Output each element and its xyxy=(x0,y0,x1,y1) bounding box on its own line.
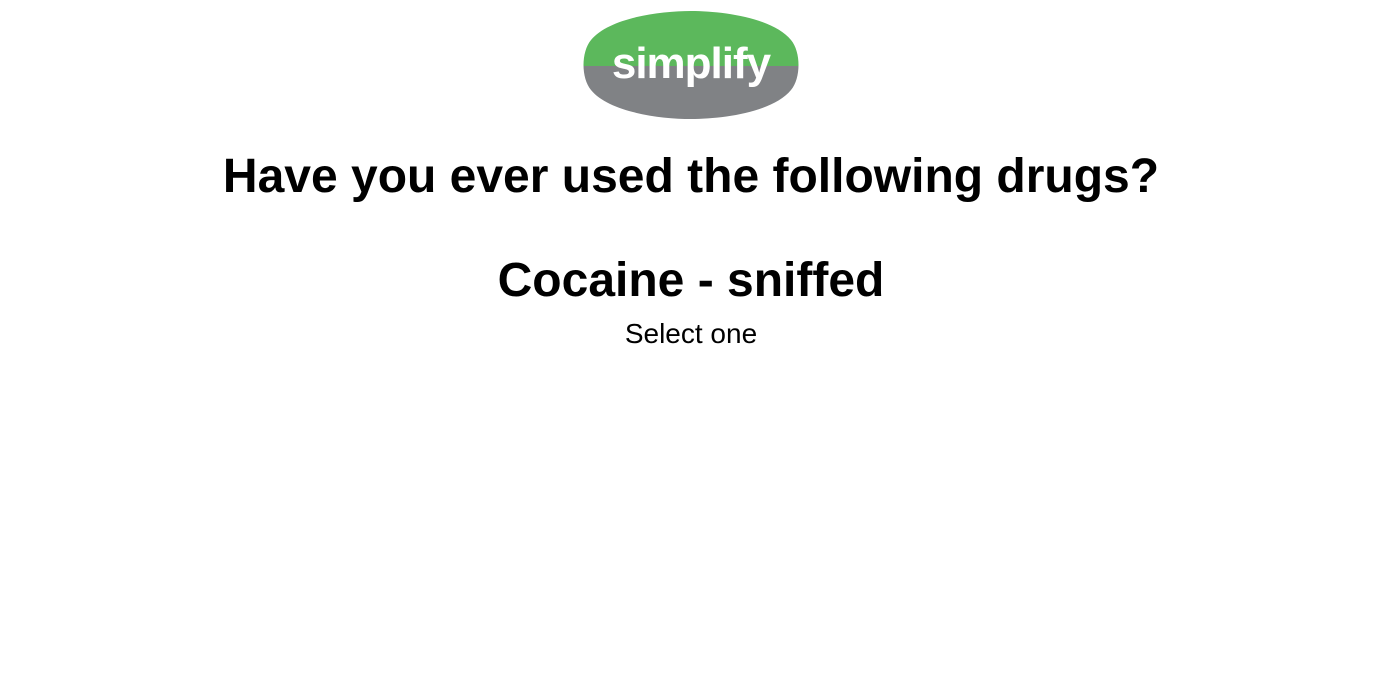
logo-wordmark: simplify xyxy=(612,39,772,88)
simplify-logo: simplify xyxy=(583,10,799,120)
question-title: Have you ever used the following drugs? xyxy=(222,150,1160,203)
select-instruction: Select one xyxy=(624,318,758,349)
survey-page: simplify Have you ever used the followin… xyxy=(0,0,1382,683)
drug-item-label: Cocaine - sniffed xyxy=(497,254,885,307)
